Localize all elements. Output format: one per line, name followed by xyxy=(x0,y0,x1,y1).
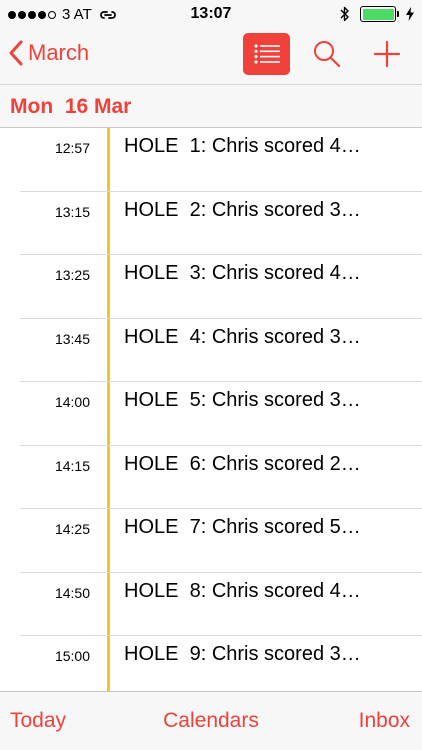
event-row[interactable]: 14:50 HOLE 8: Chris scored 4… xyxy=(0,572,422,636)
event-row[interactable]: 14:15 HOLE 6: Chris scored 2… xyxy=(0,445,422,509)
event-time: 14:00 xyxy=(54,394,90,410)
event-time: 13:45 xyxy=(54,330,90,347)
calendar-color-bar xyxy=(107,509,110,572)
calendar-color-bar xyxy=(107,445,110,508)
event-title: HOLE 4: Chris scored 3… xyxy=(124,325,361,348)
date-label: Mon 16 Mar xyxy=(10,95,132,118)
event-row[interactable]: 12:57 HOLE 1: Chris scored 4… xyxy=(0,128,422,192)
event-time: 14:15 xyxy=(54,457,90,474)
event-time: 12:57 xyxy=(54,140,90,156)
search-button[interactable] xyxy=(312,39,342,69)
event-title: HOLE 8: Chris scored 4… xyxy=(124,579,361,602)
event-title: HOLE 6: Chris scored 2… xyxy=(124,452,361,475)
event-time: 14:25 xyxy=(54,521,90,537)
bottom-toolbar: Today Calendars Inbox xyxy=(0,691,422,750)
event-row[interactable]: 14:00 HOLE 5: Chris scored 3… xyxy=(0,382,422,446)
calendar-color-bar xyxy=(107,572,110,635)
navigation-bar: March xyxy=(0,28,422,84)
back-button-label: March xyxy=(28,40,90,65)
status-bar: 3 AT 13:07 xyxy=(0,0,422,28)
chevron-left-icon xyxy=(9,40,23,66)
battery-icon xyxy=(360,6,399,22)
event-list: 12:57 HOLE 1: Chris scored 4… 13:15 HOLE… xyxy=(0,128,422,691)
event-time: 14:50 xyxy=(54,584,90,601)
event-title: HOLE 2: Chris scored 3… xyxy=(124,198,361,221)
add-event-button[interactable] xyxy=(371,38,403,70)
calendar-color-bar xyxy=(107,636,110,691)
add-icon xyxy=(373,40,401,68)
event-title: HOLE 5: Chris scored 3… xyxy=(124,389,361,411)
event-title: HOLE 3: Chris scored 4… xyxy=(124,262,361,284)
bluetooth-icon xyxy=(340,6,349,22)
event-row[interactable]: 13:15 HOLE 2: Chris scored 3… xyxy=(0,191,422,255)
back-button[interactable]: March xyxy=(8,40,89,66)
event-row[interactable]: 13:25 HOLE 3: Chris scored 4… xyxy=(0,255,422,319)
calendar-color-bar xyxy=(107,191,110,254)
status-right xyxy=(340,6,414,22)
calendar-color-bar xyxy=(107,318,110,381)
charging-icon xyxy=(406,7,414,21)
calendar-color-bar xyxy=(107,382,110,445)
list-view-button[interactable] xyxy=(243,33,290,75)
calendar-color-bar xyxy=(107,128,110,191)
inbox-button[interactable]: Inbox xyxy=(359,709,410,733)
event-title: HOLE 1: Chris scored 4… xyxy=(124,135,361,157)
search-icon xyxy=(314,41,341,68)
event-title: HOLE 7: Chris scored 5… xyxy=(124,516,361,538)
event-row[interactable]: 14:25 HOLE 7: Chris scored 5… xyxy=(0,509,422,573)
event-time: 15:00 xyxy=(54,648,90,664)
list-view-icon xyxy=(253,44,280,64)
date-header: Mon 16 Mar xyxy=(0,84,422,128)
event-row[interactable]: 15:00 HOLE 9: Chris scored 3… xyxy=(0,636,422,691)
event-row[interactable]: 13:45 HOLE 4: Chris scored 3… xyxy=(0,318,422,382)
event-time: 13:15 xyxy=(54,203,90,220)
event-time: 13:25 xyxy=(54,267,90,283)
calendar-color-bar xyxy=(107,255,110,318)
event-title: HOLE 9: Chris scored 3… xyxy=(124,643,361,665)
